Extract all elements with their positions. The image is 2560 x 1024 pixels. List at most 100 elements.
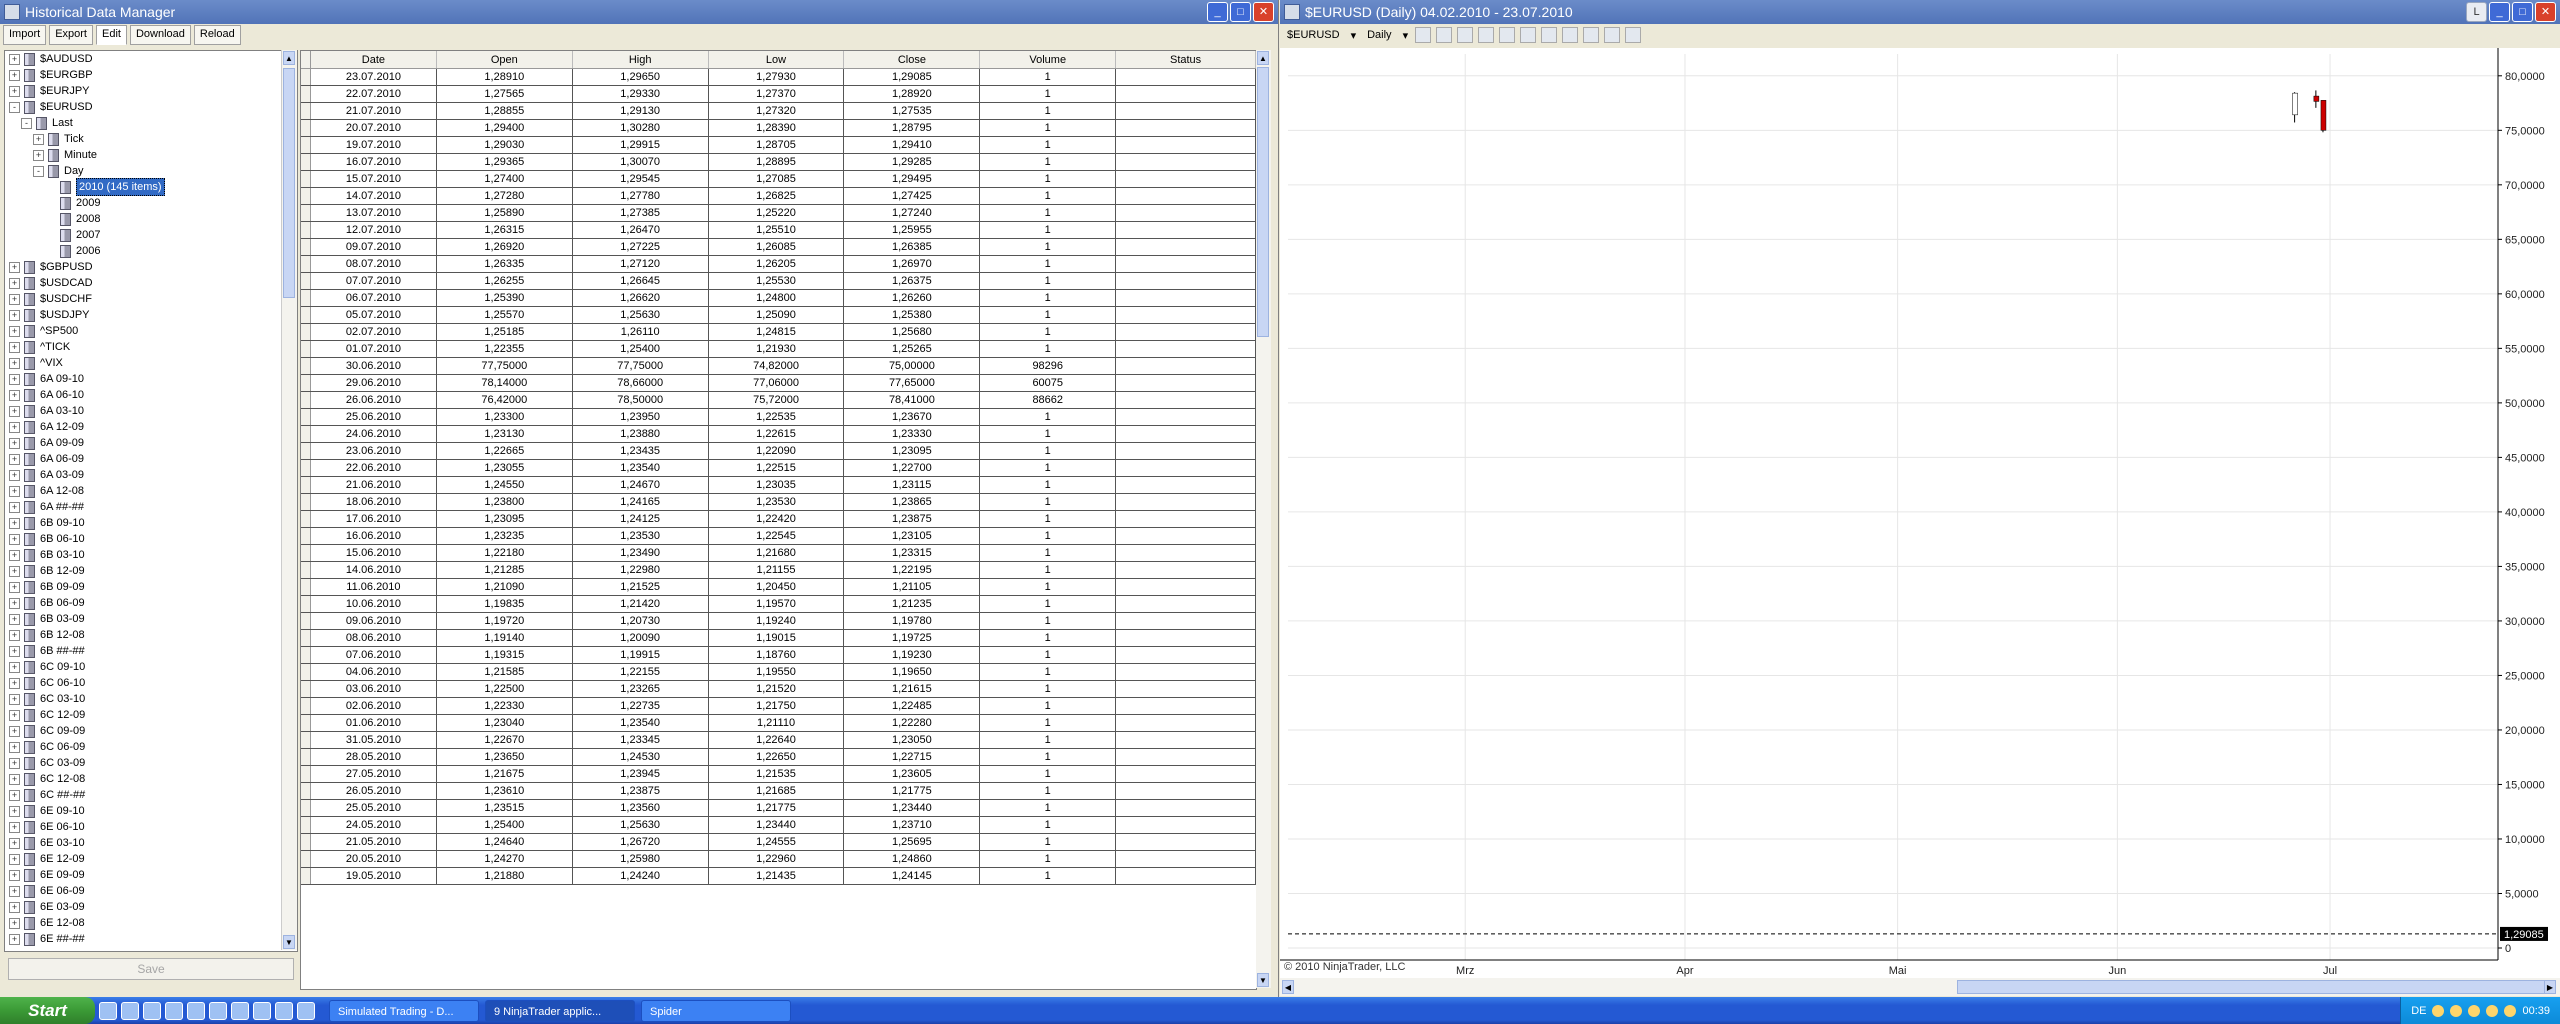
expand-icon[interactable]: +: [9, 341, 20, 353]
tree-item[interactable]: +6C 06-09: [5, 739, 297, 755]
tree-item[interactable]: +6E ##-##: [5, 931, 297, 947]
tree-item[interactable]: +6E 12-09: [5, 851, 297, 867]
table-cell[interactable]: 1,22180: [436, 544, 573, 562]
table-cell[interactable]: [1115, 85, 1256, 103]
table-cell[interactable]: 02.07.2010: [310, 323, 437, 341]
table-cell[interactable]: 1,23055: [436, 459, 573, 477]
table-cell[interactable]: 1,27780: [572, 187, 709, 205]
table-cell[interactable]: 1,25890: [436, 204, 573, 222]
table-row[interactable]: 16.06.2010 1,23235 1,23530 1,22545 1,23105 1: [301, 527, 1256, 545]
table-cell[interactable]: [1115, 782, 1256, 800]
table-cell[interactable]: 1: [979, 714, 1117, 732]
table-row[interactable]: 26.05.2010 1,23610 1,23875 1,21685 1,21775 1: [301, 782, 1256, 800]
table-cell[interactable]: 16.06.2010: [310, 527, 437, 545]
data-box-icon[interactable]: [1583, 27, 1600, 43]
bar-type-icon[interactable]: [1415, 27, 1432, 43]
zoom-icon[interactable]: [1499, 27, 1516, 43]
table-cell[interactable]: 78,66000: [572, 374, 709, 392]
table-cell[interactable]: 09.06.2010: [310, 612, 437, 630]
table-cell[interactable]: 1,23490: [572, 544, 709, 562]
table-cell[interactable]: 1,29495: [843, 170, 981, 188]
table-row[interactable]: 10.06.2010 1,19835 1,21420 1,19570 1,21235 1: [301, 595, 1256, 613]
tree-item[interactable]: +6B 03-09: [5, 611, 297, 627]
table-row[interactable]: 15.07.2010 1,27400 1,29545 1,27085 1,29495 1: [301, 170, 1256, 188]
table-cell[interactable]: 1,23650: [436, 748, 573, 766]
scroll-up-arrow-icon[interactable]: ▲: [1257, 51, 1269, 65]
data-grid[interactable]: Date Open High Low Close Volume Status 23.07.2…: [300, 50, 1257, 990]
table-cell[interactable]: 1,23440: [843, 799, 981, 817]
table-row[interactable]: 25.06.2010 1,23300 1,23950 1,22535 1,23670 1: [301, 408, 1256, 426]
table-cell[interactable]: 10.06.2010: [310, 595, 437, 613]
interval-selector[interactable]: Daily: [1363, 29, 1395, 41]
table-cell[interactable]: 25.06.2010: [310, 408, 437, 426]
table-cell[interactable]: 1,22535: [708, 408, 845, 426]
expand-icon[interactable]: +: [9, 805, 20, 817]
table-cell[interactable]: 1,22330: [436, 697, 573, 715]
table-cell[interactable]: 23.06.2010: [310, 442, 437, 460]
tree-item[interactable]: + $GBPUSD: [5, 259, 297, 275]
expand-icon[interactable]: +: [9, 53, 20, 65]
grid-scroll-thumb[interactable]: [1257, 67, 1269, 337]
expand-icon[interactable]: +: [9, 597, 20, 609]
table-cell[interactable]: 21.06.2010: [310, 476, 437, 494]
table-cell[interactable]: 1,19780: [843, 612, 981, 630]
table-cell[interactable]: 14.06.2010: [310, 561, 437, 579]
table-cell[interactable]: 77,06000: [708, 374, 845, 392]
minimize-button[interactable]: _: [1207, 2, 1228, 22]
table-cell[interactable]: 1,24165: [572, 493, 709, 511]
expand-icon[interactable]: +: [9, 373, 20, 385]
table-cell[interactable]: 1,23515: [436, 799, 573, 817]
table-cell[interactable]: 05.07.2010: [310, 306, 437, 324]
table-cell[interactable]: 1: [979, 527, 1117, 545]
expand-icon[interactable]: +: [33, 149, 44, 161]
row-header[interactable]: [301, 561, 312, 579]
expand-icon[interactable]: +: [9, 725, 20, 737]
table-cell[interactable]: [1115, 119, 1256, 137]
table-cell[interactable]: 27.05.2010: [310, 765, 437, 783]
table-cell[interactable]: 1,24670: [572, 476, 709, 494]
table-cell[interactable]: 1,27085: [708, 170, 845, 188]
strategies-icon[interactable]: [1562, 27, 1579, 43]
start-button[interactable]: Start: [0, 997, 95, 1024]
table-cell[interactable]: 1: [979, 255, 1117, 273]
tree-item[interactable]: - Day: [5, 163, 297, 179]
column-header[interactable]: Date: [310, 51, 437, 69]
tree-item[interactable]: - $EURUSD: [5, 99, 297, 115]
table-cell[interactable]: 1,23610: [436, 782, 573, 800]
table-cell[interactable]: 1: [979, 782, 1117, 800]
row-header[interactable]: [301, 646, 312, 664]
row-header[interactable]: [301, 221, 312, 239]
tree-item[interactable]: +6A 06-09: [5, 451, 297, 467]
table-cell[interactable]: 1: [979, 867, 1117, 885]
tree-item[interactable]: +6B 12-09: [5, 563, 297, 579]
table-cell[interactable]: 1,25530: [708, 272, 845, 290]
tree-item[interactable]: +6A 12-08: [5, 483, 297, 499]
expand-icon[interactable]: +: [9, 757, 20, 769]
table-cell[interactable]: 22.07.2010: [310, 85, 437, 103]
table-cell[interactable]: [1115, 544, 1256, 562]
task-simulated-trading[interactable]: Simulated Trading - D...: [329, 999, 479, 1022]
expand-icon[interactable]: +: [9, 533, 20, 545]
table-cell[interactable]: 1,25380: [843, 306, 981, 324]
row-header[interactable]: [301, 578, 312, 596]
scroll-left-arrow-icon[interactable]: ◀: [1282, 980, 1294, 994]
table-cell[interactable]: 1,25265: [843, 340, 981, 358]
table-cell[interactable]: [1115, 459, 1256, 477]
table-cell[interactable]: 1,21585: [436, 663, 573, 681]
collapse-icon[interactable]: -: [9, 101, 20, 113]
close-button[interactable]: ✕: [1253, 2, 1274, 22]
tab-edit[interactable]: Edit: [95, 25, 127, 45]
table-cell[interactable]: 1,19720: [436, 612, 573, 630]
expand-icon[interactable]: +: [9, 293, 20, 305]
row-header[interactable]: [301, 782, 312, 800]
table-cell[interactable]: 78,50000: [572, 391, 709, 409]
table-cell[interactable]: 26.05.2010: [310, 782, 437, 800]
tree-scrollbar[interactable]: ▲ ▼: [281, 50, 297, 950]
table-cell[interactable]: 15.06.2010: [310, 544, 437, 562]
tree-item[interactable]: +6E 09-09: [5, 867, 297, 883]
chart-titlebar[interactable]: $EURUSD (Daily) 04.02.2010 - 23.07.2010 …: [1280, 0, 2560, 24]
tree-item[interactable]: +6A 03-09: [5, 467, 297, 483]
table-row[interactable]: 19.05.2010 1,21880 1,24240 1,21435 1,24145 1: [301, 867, 1256, 885]
table-cell[interactable]: 1,25220: [708, 204, 845, 222]
table-cell[interactable]: 1,23315: [843, 544, 981, 562]
